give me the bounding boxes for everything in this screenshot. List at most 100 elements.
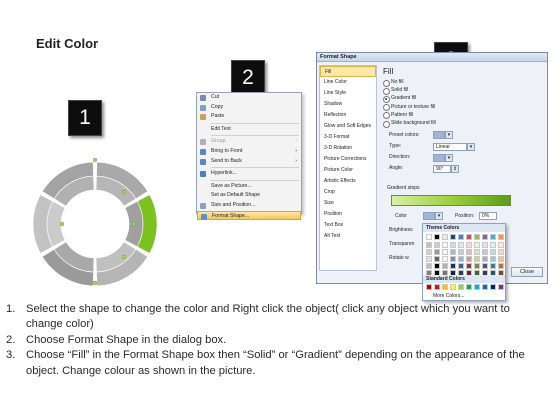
color-swatch[interactable]: [474, 234, 480, 240]
dialog-category-list[interactable]: Fill Line Color Line Style Shadow Reflection…: [319, 65, 377, 271]
color-swatch[interactable]: [482, 256, 488, 262]
color-swatch[interactable]: [442, 284, 448, 290]
color-swatch[interactable]: [450, 256, 456, 262]
category-shadow[interactable]: Shadow: [320, 99, 376, 110]
category-artistic-effects[interactable]: Artistic Effects: [320, 176, 376, 187]
color-swatch[interactable]: [426, 249, 432, 255]
more-colors-link[interactable]: More Colors...: [433, 293, 464, 299]
angle-input[interactable]: 90°: [433, 165, 451, 173]
spinner-icon[interactable]: ⇕: [451, 165, 459, 173]
color-swatch[interactable]: [458, 263, 464, 269]
color-swatch[interactable]: [450, 234, 456, 240]
fill-options[interactable]: No fill Solid fill Gradient fill Picture or…: [381, 78, 545, 128]
color-swatch[interactable]: [474, 256, 480, 262]
color-swatch[interactable]: [498, 284, 504, 290]
close-button[interactable]: Close: [511, 267, 543, 277]
color-swatch[interactable]: [442, 242, 448, 248]
context-menu[interactable]: Cut Copy Paste Edit Text Group › Bring to Fron…: [196, 92, 302, 221]
category-3-d-rotation[interactable]: 3-D Rotation: [320, 143, 376, 154]
color-swatch[interactable]: [498, 256, 504, 262]
menu-item-bring-to-front[interactable]: Bring to Front ›: [197, 147, 301, 157]
color-swatch[interactable]: [442, 256, 448, 262]
category-alt-text[interactable]: Alt Text: [320, 231, 376, 242]
color-swatch[interactable]: [482, 242, 488, 248]
color-swatch[interactable]: [426, 263, 432, 269]
color-picker-popup[interactable]: Theme Colors Standard Colors More Colors…: [422, 223, 506, 301]
category-line-style[interactable]: Line Style: [320, 88, 376, 99]
color-swatch[interactable]: [498, 234, 504, 240]
color-swatch[interactable]: [490, 263, 496, 269]
category-crop[interactable]: Crop: [320, 187, 376, 198]
radio-slide-background-fill[interactable]: Slide background fill: [381, 119, 545, 128]
category-picture-color[interactable]: Picture Color: [320, 165, 376, 176]
donut-segments[interactable]: [32, 161, 158, 287]
radio-picture-or-texture-fill[interactable]: Picture or texture fill: [381, 103, 545, 112]
color-swatch[interactable]: [474, 284, 480, 290]
color-swatch[interactable]: [466, 263, 472, 269]
rotate-checkbox-label[interactable]: Rotate w: [389, 254, 409, 263]
chevron-down-icon[interactable]: ▾: [445, 131, 453, 139]
color-swatch[interactable]: [458, 256, 464, 262]
color-swatch[interactable]: [466, 234, 472, 240]
direction-dropdown[interactable]: [433, 154, 445, 162]
color-swatch[interactable]: [458, 242, 464, 248]
color-swatch[interactable]: [474, 242, 480, 248]
color-swatch[interactable]: [426, 256, 432, 262]
category-text-box[interactable]: Text Box: [320, 220, 376, 231]
category-fill[interactable]: Fill: [320, 66, 376, 77]
menu-item-paste[interactable]: Paste: [197, 112, 301, 122]
radio-no-fill[interactable]: No fill: [381, 78, 545, 87]
color-swatch[interactable]: [458, 284, 464, 290]
color-swatch[interactable]: [482, 284, 488, 290]
color-swatch[interactable]: [482, 263, 488, 269]
color-swatch[interactable]: [490, 284, 496, 290]
chevron-down-icon[interactable]: ▾: [467, 143, 475, 151]
menu-item-save-as-picture[interactable]: Save as Picture...: [197, 182, 301, 192]
color-swatch[interactable]: [434, 234, 440, 240]
category-3-d-format[interactable]: 3-D Format: [320, 132, 376, 143]
category-glow-and-soft-edges[interactable]: Glow and Soft Edges: [320, 121, 376, 132]
category-position[interactable]: Position: [320, 209, 376, 220]
category-line-color[interactable]: Line Color: [320, 77, 376, 88]
category-reflection[interactable]: Reflection: [320, 110, 376, 121]
color-swatch[interactable]: [498, 249, 504, 255]
color-swatch[interactable]: [434, 249, 440, 255]
menu-item-set-as-default-shape[interactable]: Set as Default Shape: [197, 191, 301, 201]
category-picture-corrections[interactable]: Picture Corrections: [320, 154, 376, 165]
color-swatch[interactable]: [490, 249, 496, 255]
color-swatch[interactable]: [490, 256, 496, 262]
color-swatch[interactable]: [426, 234, 432, 240]
color-swatch[interactable]: [450, 263, 456, 269]
color-swatch[interactable]: [466, 249, 472, 255]
color-swatch[interactable]: [498, 263, 504, 269]
color-swatch[interactable]: [482, 234, 488, 240]
menu-item-group[interactable]: Group ›: [197, 137, 301, 147]
position-input[interactable]: 0%: [479, 212, 497, 220]
color-swatch[interactable]: [426, 242, 432, 248]
stop-color-button[interactable]: [423, 212, 435, 220]
radio-gradient-fill[interactable]: Gradient fill: [381, 94, 545, 104]
color-swatch[interactable]: [450, 249, 456, 255]
color-swatch[interactable]: [466, 284, 472, 290]
color-swatch[interactable]: [474, 249, 480, 255]
color-swatch[interactable]: [490, 234, 496, 240]
color-swatch[interactable]: [466, 242, 472, 248]
menu-item-format-shape[interactable]: Format Shape...: [197, 210, 301, 221]
color-swatch[interactable]: [466, 256, 472, 262]
color-swatch[interactable]: [434, 242, 440, 248]
color-swatch[interactable]: [482, 249, 488, 255]
gradient-stops-bar[interactable]: [391, 195, 511, 206]
color-swatch[interactable]: [474, 263, 480, 269]
color-swatch[interactable]: [434, 256, 440, 262]
color-swatch[interactable]: [458, 249, 464, 255]
menu-item-send-to-back[interactable]: Send to Back ›: [197, 157, 301, 167]
color-swatch[interactable]: [442, 263, 448, 269]
color-swatch[interactable]: [426, 284, 432, 290]
menu-item-hyperlink[interactable]: Hyperlink...: [197, 169, 301, 179]
preset-colors-dropdown[interactable]: [433, 131, 445, 139]
radio-pattern-fill[interactable]: Pattern fill: [381, 111, 545, 120]
color-swatch[interactable]: [434, 263, 440, 269]
radio-solid-fill[interactable]: Solid fill: [381, 86, 545, 95]
type-select[interactable]: Linear: [433, 143, 467, 151]
menu-item-size-and-position[interactable]: Size and Position...: [197, 201, 301, 211]
